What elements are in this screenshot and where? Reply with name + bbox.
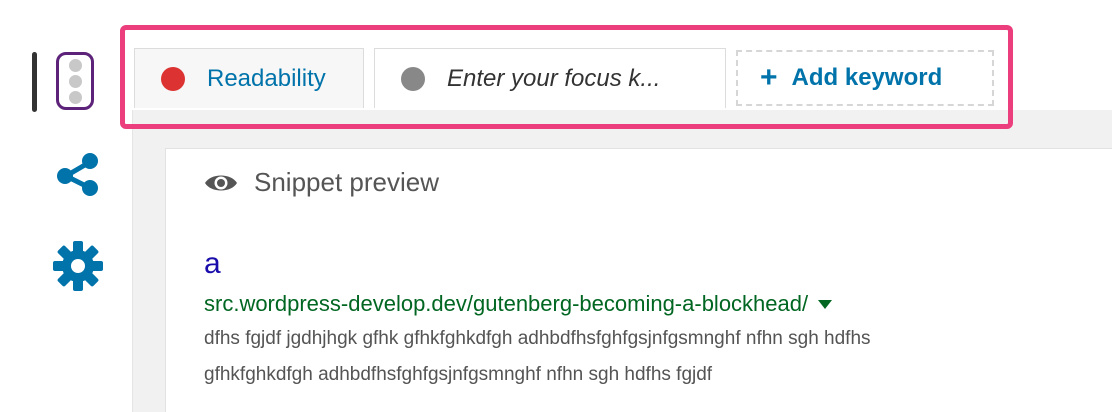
tab-label: Enter your focus k...: [447, 64, 661, 92]
caret-down-icon: [818, 299, 833, 309]
share-icon[interactable]: [52, 148, 104, 200]
tab-focus-keyword[interactable]: Enter your focus k...: [374, 48, 726, 108]
tab-label: Readability: [207, 64, 326, 92]
readability-status-icon: [161, 66, 185, 91]
gear-icon[interactable]: [52, 240, 104, 292]
gear-icon-graphic: [53, 241, 103, 291]
traffic-light-icon[interactable]: [56, 52, 94, 110]
traffic-light-dot: [68, 74, 82, 88]
traffic-light-dot: [68, 58, 82, 72]
snippet-preview-toggle[interactable]: Snippet preview: [204, 167, 439, 198]
traffic-light-dot: [68, 90, 82, 104]
keyword-status-icon: [401, 66, 425, 91]
serp-description-line: gfhkfghkdfgh adhbdfhsfghfgsjnfgsmnghf nf…: [204, 364, 713, 385]
serp-title[interactable]: a: [204, 247, 221, 281]
tab-readability[interactable]: Readability: [134, 48, 364, 108]
eye-icon: [204, 172, 238, 194]
active-indicator: [32, 52, 37, 112]
share-icon-graphic: [57, 153, 98, 196]
plus-icon: +: [760, 61, 778, 94]
serp-url[interactable]: src.wordpress-develop.dev/gutenberg-beco…: [204, 291, 833, 317]
add-keyword-button[interactable]: + Add keyword: [736, 50, 994, 106]
serp-description-line: dfhs fgjdf jgdhjhgk gfhk gfhkfghkdfgh ad…: [204, 328, 871, 349]
add-keyword-label: Add keyword: [791, 64, 943, 91]
serp-url-text: src.wordpress-develop.dev/gutenberg-beco…: [204, 291, 809, 316]
snippet-header-label: Snippet preview: [254, 167, 439, 197]
snippet-panel: Snippet preview a src.wordpress-develop.…: [165, 148, 1112, 412]
yoast-metabox: Readability Enter your focus k... + Add …: [0, 0, 1112, 412]
serp-description[interactable]: dfhs fgjdf jgdhjhgk gfhk gfhkfghkdfgh ad…: [204, 321, 1112, 393]
tab-bar: Readability Enter your focus k... + Add …: [132, 0, 1112, 110]
sidebar: [0, 0, 133, 412]
